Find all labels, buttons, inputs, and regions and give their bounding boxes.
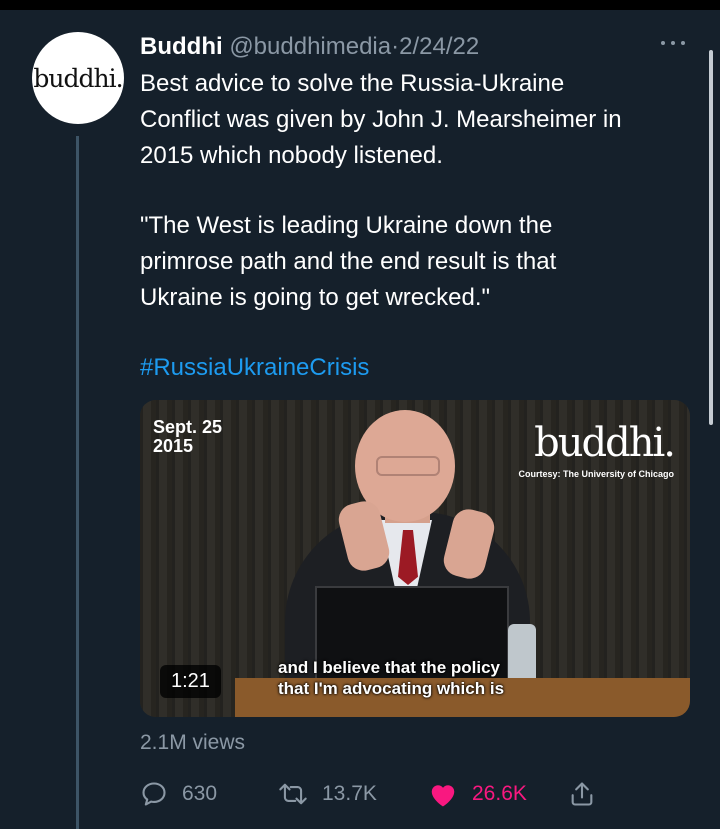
reply-button[interactable]: 630 [140,774,217,814]
author-name[interactable]: Buddhi [140,33,223,60]
quote-line: primrose path and the end result is that [140,248,557,275]
subtitle-line: and I believe that the policy [278,658,500,677]
tweet-actions: 630 13.7K 26.6K [140,774,700,814]
reply-count: 630 [182,782,218,805]
hashtag-link[interactable]: #RussiaUkraineCrisis [140,350,369,386]
speaker-glasses [376,456,440,476]
quote-line: "The West is leading Ukraine down the [140,212,553,239]
subtitle-line: that I'm advocating which is [278,679,505,698]
like-count: 26.6K [472,782,527,805]
video-brand-logo: buddhi. [534,420,676,466]
video-courtesy: Courtesy: The University of Chicago [518,469,674,479]
quote-line: Ukraine is going to get wrecked." [140,284,491,311]
like-button[interactable]: 26.6K [428,774,527,814]
tweet-quote: "The West is leading Ukraine down the pr… [140,208,700,316]
tweet-header: Buddhi @buddhimedia·2/24/22 [140,32,479,62]
tweet-text-line: Best advice to solve the Russia-Ukraine [140,70,565,97]
avatar-logo-text: buddhi. [33,63,123,93]
author-handle[interactable]: @buddhimedia [229,33,391,60]
speech-bubble-icon [142,782,166,806]
video-duration-badge: 1:21 [160,665,221,698]
thread-line [76,136,79,829]
scrollbar[interactable] [709,50,713,425]
video-date-line1: Sept. 25 [153,417,223,437]
top-status-strip [0,0,720,10]
view-count: 2.1M views [140,731,246,754]
heart-icon [431,785,455,807]
retweet-arrows-icon [279,783,307,805]
share-button[interactable] [568,774,610,814]
video-date: Sept. 25 2015 [153,418,222,456]
water-bottle [508,624,536,684]
tweet-date[interactable]: 2/24/22 [399,33,479,60]
video-subtitle: and I believe that the policy that I'm a… [278,657,504,699]
retweet-button[interactable]: 13.7K [278,774,377,814]
tweet-text: Best advice to solve the Russia-Ukraine … [140,66,700,174]
retweet-count: 13.7K [322,782,377,805]
tweet-text-line: Conflict was given by John J. Mearsheime… [140,106,622,133]
tweet-text-line: 2015 which nobody listened. [140,142,443,169]
share-upload-icon [571,782,593,806]
more-dots-icon[interactable] [660,32,686,52]
avatar[interactable]: buddhi. [32,32,124,124]
video-player[interactable]: Sept. 25 2015 buddhi. Courtesy: The Univ… [140,400,690,717]
header-separator: · [391,33,400,60]
video-date-line2: 2015 [153,436,194,456]
